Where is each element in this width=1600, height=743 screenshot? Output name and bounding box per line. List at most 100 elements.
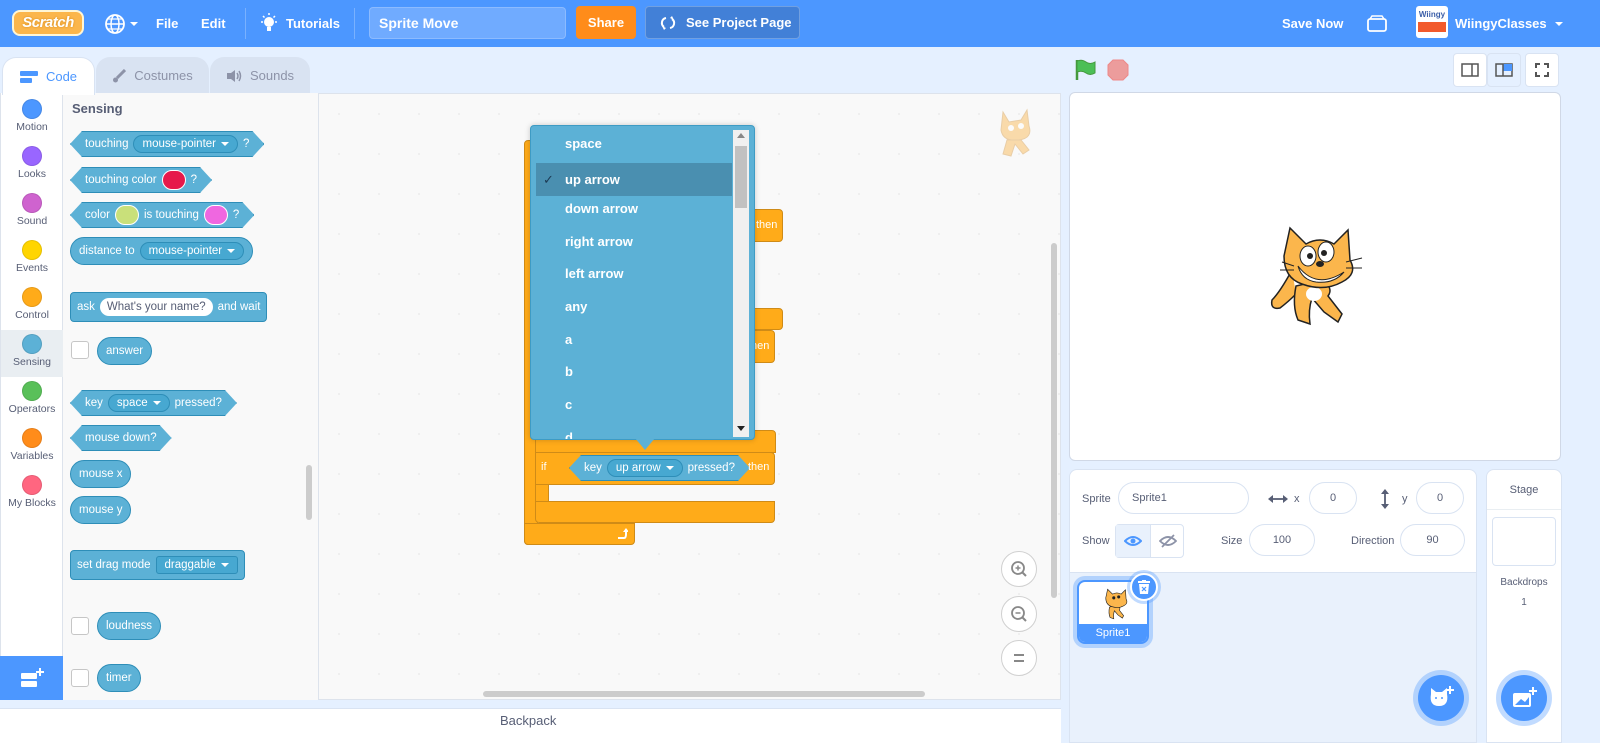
ask-text-input[interactable]: What's your name?	[99, 298, 213, 316]
see-project-page-button[interactable]: See Project Page	[645, 6, 800, 39]
key-menu[interactable]: space	[108, 394, 170, 412]
backpack[interactable]: Backpack	[0, 708, 1061, 743]
touching-menu[interactable]: mouse-pointer	[133, 135, 238, 153]
answer-checkbox[interactable]	[71, 341, 89, 359]
tab-code-label: Code	[45, 69, 78, 84]
color-touching-color-block[interactable]: color is touching ?	[70, 202, 254, 228]
timer-block[interactable]: timer	[97, 664, 141, 692]
category-events[interactable]: Events	[1, 236, 63, 283]
y-input[interactable]: 0	[1416, 482, 1464, 514]
block-label: distance to	[79, 245, 135, 257]
fullscreen-icon	[1535, 63, 1549, 77]
tutorials-button[interactable]: Tutorials	[260, 0, 340, 47]
cat-sprite[interactable]	[1262, 222, 1366, 330]
backpack-label: Backpack	[500, 713, 557, 728]
ask-and-wait-block[interactable]: ask What's your name? and wait	[70, 292, 268, 322]
large-stage-button[interactable]	[1487, 53, 1521, 87]
language-menu[interactable]	[104, 0, 138, 47]
distance-to-block[interactable]: distance to mouse-pointer	[70, 237, 254, 265]
save-now-button[interactable]: Save Now	[1282, 0, 1343, 47]
mouse-down-block[interactable]: mouse down?	[70, 425, 172, 451]
key-up-arrow-pressed-block[interactable]: key up arrow pressed?	[569, 455, 750, 481]
block-label: pressed?	[174, 397, 222, 409]
block-label: ?	[232, 209, 240, 221]
zoom-in-button[interactable]	[1001, 551, 1037, 587]
loudness-checkbox[interactable]	[71, 617, 89, 635]
scratch-logo[interactable]: Scratch	[12, 10, 84, 36]
touching-block[interactable]: touching mouse-pointer ?	[70, 131, 264, 157]
show-button[interactable]	[1116, 525, 1150, 557]
add-backdrop-button[interactable]	[1501, 675, 1547, 721]
direction-input[interactable]: 90	[1400, 524, 1465, 556]
category-motion[interactable]: Motion	[1, 95, 63, 142]
backdrop-thumbnail[interactable]	[1492, 517, 1556, 566]
category-sensing[interactable]: Sensing	[1, 330, 63, 377]
avatar[interactable]: Wiingy	[1416, 6, 1448, 38]
touching-color-block[interactable]: touching color ?	[70, 167, 212, 193]
category-variables[interactable]: Variables	[1, 424, 63, 471]
category-sound[interactable]: Sound	[1, 189, 63, 236]
scroll-down-icon[interactable]	[737, 426, 745, 431]
account-menu[interactable]: WiingyClasses	[1455, 0, 1563, 47]
file-menu[interactable]: File	[156, 0, 178, 47]
green-flag-icon[interactable]	[1074, 58, 1098, 82]
color-swatch[interactable]	[115, 205, 139, 225]
color-swatch[interactable]	[162, 170, 186, 190]
tab-sounds[interactable]: Sounds	[210, 57, 310, 93]
category-control[interactable]: Control	[1, 283, 63, 330]
palette-scrollbar[interactable]	[306, 465, 312, 520]
motion-dot-icon	[22, 99, 42, 119]
zoom-reset-button[interactable]	[1001, 640, 1037, 676]
dropdown-option[interactable]: d	[536, 421, 732, 439]
distance-to-menu[interactable]: mouse-pointer	[139, 242, 245, 260]
zoom-out-button[interactable]	[1001, 596, 1037, 632]
dropdown-option[interactable]: c	[536, 388, 732, 421]
category-my-blocks[interactable]: My Blocks	[1, 471, 63, 518]
answer-block[interactable]: answer	[97, 337, 153, 365]
x-input[interactable]: 0	[1309, 482, 1357, 514]
dropdown-option[interactable]: left arrow	[536, 257, 732, 290]
hide-button[interactable]	[1151, 525, 1184, 557]
edit-menu[interactable]: Edit	[201, 0, 226, 47]
dropdown-option[interactable]: right arrow	[536, 225, 732, 258]
category-label: Sensing	[13, 356, 51, 368]
scroll-up-icon[interactable]	[737, 133, 745, 138]
workspace-vertical-scrollbar[interactable]	[1051, 243, 1057, 598]
if-block-bottom[interactable]	[535, 501, 775, 523]
timer-checkbox[interactable]	[71, 669, 89, 687]
category-operators[interactable]: Operators	[1, 377, 63, 424]
fullscreen-button[interactable]	[1525, 53, 1559, 87]
delete-sprite-button[interactable]	[1130, 573, 1158, 601]
dropdown-option[interactable]: a	[536, 323, 732, 356]
option-label: down arrow	[565, 201, 638, 216]
key-menu[interactable]: up arrow	[607, 459, 683, 477]
workspace-horizontal-scrollbar[interactable]	[483, 691, 925, 697]
dropdown-option[interactable]: b	[536, 355, 732, 388]
stop-icon[interactable]	[1106, 58, 1130, 82]
small-stage-button[interactable]	[1453, 53, 1487, 87]
key-pressed-block[interactable]: key space pressed?	[70, 390, 237, 416]
project-title-input[interactable]: Sprite Move	[369, 7, 566, 39]
dropdown-scroll-thumb[interactable]	[735, 146, 747, 208]
dropdown-option[interactable]: space	[536, 127, 732, 160]
size-input[interactable]: 100	[1249, 524, 1315, 556]
if-block-arm[interactable]	[535, 485, 549, 501]
set-drag-mode-block[interactable]: set drag mode draggable	[70, 550, 245, 580]
color-swatch[interactable]	[204, 205, 228, 225]
loudness-block[interactable]: loudness	[97, 612, 162, 640]
my-stuff-button[interactable]	[1366, 0, 1388, 47]
share-button[interactable]: Share	[576, 6, 636, 39]
tab-code[interactable]: Code	[2, 57, 95, 95]
mouse-x-block[interactable]: mouse x	[70, 460, 132, 488]
mouse-y-block[interactable]: mouse y	[70, 496, 132, 524]
category-label: Motion	[16, 121, 48, 133]
drag-mode-menu[interactable]: draggable	[155, 556, 238, 574]
dropdown-option[interactable]: any	[536, 290, 732, 323]
dropdown-option[interactable]: down arrow	[536, 192, 732, 225]
paintbrush-icon	[113, 68, 127, 82]
sprite-name-input[interactable]: Sprite1	[1118, 482, 1249, 514]
add-extension-button[interactable]	[0, 656, 63, 700]
tab-costumes[interactable]: Costumes	[96, 57, 209, 93]
category-looks[interactable]: Looks	[1, 142, 63, 189]
add-sprite-button[interactable]	[1418, 675, 1464, 721]
